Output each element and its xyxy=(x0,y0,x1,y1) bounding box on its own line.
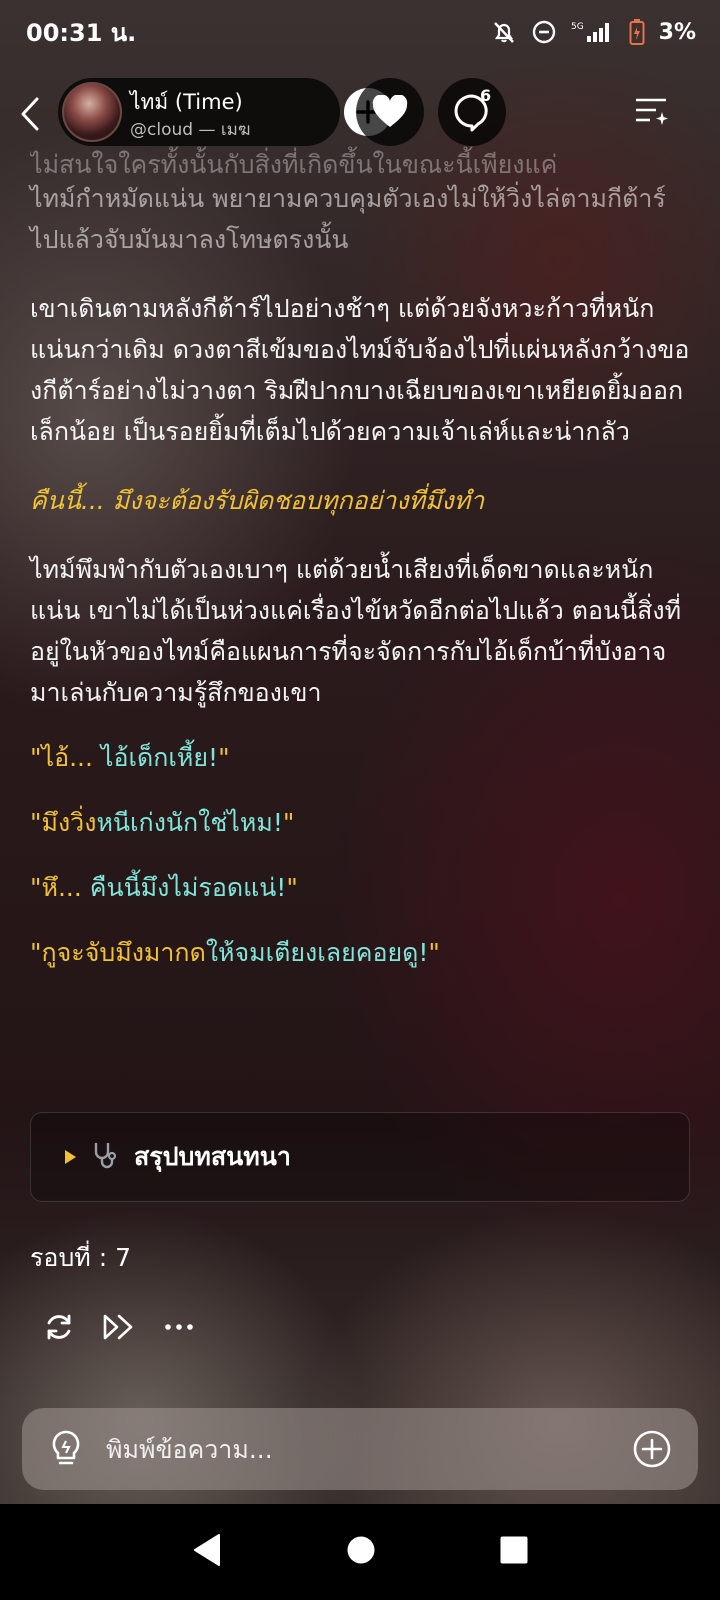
square-recents-icon xyxy=(500,1536,528,1564)
fast-forward-icon xyxy=(103,1314,133,1340)
back-button[interactable] xyxy=(14,90,46,138)
like-button[interactable] xyxy=(356,78,424,146)
story-paragraph: เขาเดินตามหลังกีต้าร์ไปอย่างช้าๆ แต่ด้วย… xyxy=(30,294,690,446)
character-handle: @cloud — เมฆ xyxy=(130,120,251,140)
continue-button[interactable] xyxy=(102,1310,136,1344)
expand-triangle-icon xyxy=(65,1150,76,1164)
message-composer xyxy=(22,1408,698,1490)
dialogue-line: "หึ... คืนนี้มึงไม่รอดแน่!" xyxy=(30,873,298,902)
nav-recents-button[interactable] xyxy=(499,1535,529,1569)
menu-button[interactable] xyxy=(632,92,672,132)
nav-home-button[interactable] xyxy=(346,1535,376,1569)
message-actions xyxy=(42,1310,196,1344)
signal-icon: 5G xyxy=(571,19,615,45)
message-input[interactable] xyxy=(106,1424,626,1474)
comment-count: 6 xyxy=(480,86,492,105)
regenerate-button[interactable] xyxy=(42,1310,76,1344)
list-sparkle-icon xyxy=(636,98,668,125)
add-attachment-button[interactable] xyxy=(632,1429,672,1473)
status-time: 00:31 น. xyxy=(26,18,137,47)
character-name: ไทม์ (Time) xyxy=(130,90,243,114)
do-not-disturb-icon xyxy=(531,19,557,45)
story-content: ไม่สนใจใครทั้งนั้นกับสิ่งที่เกิดขึ้นในขณ… xyxy=(30,150,692,973)
stethoscope-icon xyxy=(90,1140,120,1174)
chevron-left-icon xyxy=(21,97,39,131)
story-faded-line: ไม่สนใจใครทั้งนั้นกับสิ่งที่เกิดขึ้นในขณ… xyxy=(30,150,558,178)
lightbulb-icon[interactable] xyxy=(48,1429,84,1473)
conversation-summary-toggle[interactable]: สรุปบทสนทนา xyxy=(30,1112,690,1202)
avatar[interactable] xyxy=(62,82,122,142)
chat-header: ไทม์ (Time) @cloud — เมฆ 6 xyxy=(0,74,720,154)
dialogue-line: "มึงวิ่งหนีเก่งนักใช่ไหม!" xyxy=(30,808,295,837)
battery-percent: 3% xyxy=(658,19,696,45)
more-options-button[interactable] xyxy=(162,1310,196,1344)
more-horizontal-icon xyxy=(165,1324,193,1330)
battery-low-icon xyxy=(629,18,645,46)
summary-label: สรุปบทสนทนา xyxy=(134,1142,291,1171)
notifications-off-icon xyxy=(491,19,517,45)
story-paragraph: ไทม์กำหมัดแน่น พยายามควบคุมตัวเองไม่ให้ว… xyxy=(30,184,666,254)
circle-home-icon xyxy=(347,1536,375,1564)
story-paragraph: ไทม์พึมพำกับตัวเองเบาๆ แต่ด้วยน้ำเสียงที… xyxy=(30,555,682,707)
triangle-back-icon xyxy=(194,1534,221,1566)
dialogue-line: "ไอ้... ไอ้เด็กเหี้ย!" xyxy=(30,743,230,772)
nav-back-button[interactable] xyxy=(191,1532,223,1572)
dialogue-line: "กูจะจับมึงมากดให้จมเตียงเลยคอยดู!" xyxy=(30,938,440,967)
status-icons: 5G 3% xyxy=(491,18,696,46)
round-counter: รอบที่ : 7 xyxy=(30,1243,132,1272)
story-thought: คืนนี้... มึงจะต้องรับผิดชอบทุกอย่างที่ม… xyxy=(30,486,485,515)
refresh-icon xyxy=(47,1314,71,1340)
heart-icon xyxy=(372,95,408,127)
system-navigation-bar xyxy=(0,1504,720,1600)
network-label: 5G xyxy=(571,22,584,32)
character-profile[interactable]: ไทม์ (Time) @cloud — เมฆ xyxy=(58,78,392,146)
plus-circle-icon xyxy=(633,1430,671,1468)
comments-button[interactable]: 6 xyxy=(438,78,506,146)
status-bar: 00:31 น. 5G 3% xyxy=(0,0,720,64)
